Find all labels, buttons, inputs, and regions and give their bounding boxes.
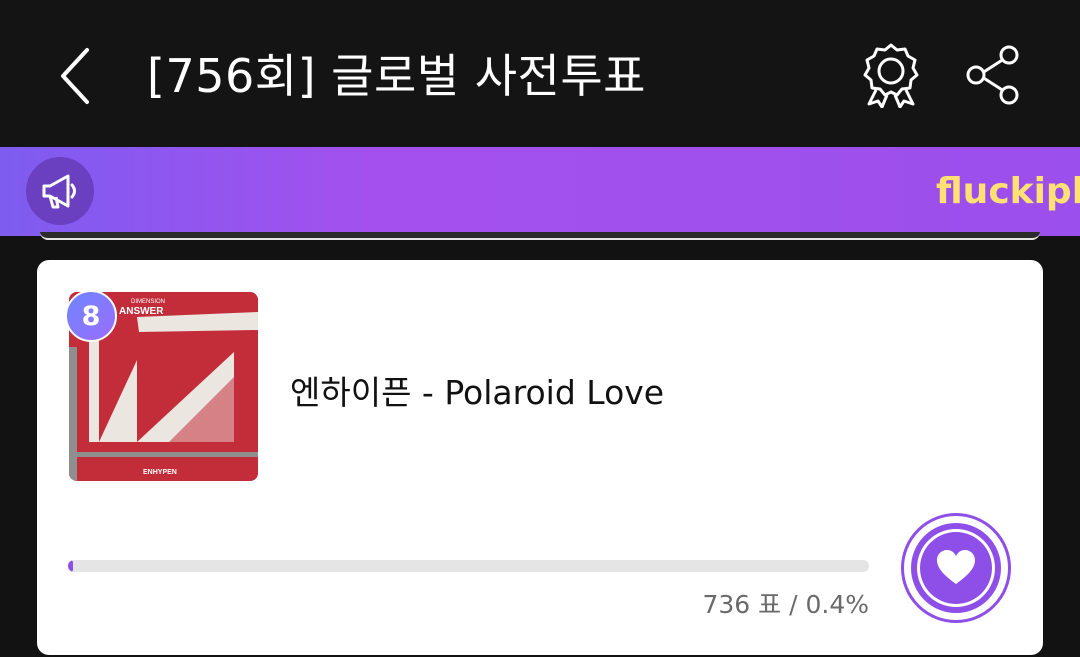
share-button[interactable] <box>962 42 1024 108</box>
previous-card-edge <box>40 232 1040 240</box>
vote-button-core <box>920 532 992 604</box>
notice-banner[interactable]: fluckiph <box>0 147 1080 236</box>
back-button[interactable] <box>50 40 100 112</box>
notice-icon-wrap <box>26 157 94 225</box>
share-icon <box>966 45 1019 105</box>
vote-button[interactable] <box>901 513 1011 623</box>
rank-badge: 8 <box>65 290 117 342</box>
app-header: [756회] 글로벌 사전투표 <box>0 0 1080 147</box>
vote-entry-card: DIMENSION ANSWER ENHYPEN 8 엔하이픈 - Polaro… <box>37 260 1043 655</box>
page-title: [756회] 글로벌 사전투표 <box>147 49 646 103</box>
album-title-label: ANSWER <box>119 306 164 317</box>
heart-icon <box>937 550 975 584</box>
album-series-label: DIMENSION <box>131 299 165 305</box>
vote-stats: 736 표 / 0.4% <box>702 590 870 619</box>
vote-button-ring <box>911 523 1001 613</box>
chevron-left-icon <box>61 48 89 104</box>
award-badge-icon <box>863 43 919 108</box>
megaphone-icon <box>42 174 76 209</box>
song-title: 엔하이픈 - Polaroid Love <box>290 373 665 412</box>
award-button[interactable] <box>858 40 924 110</box>
vote-progress-bar <box>68 560 869 572</box>
notice-marquee-text: fluckiph <box>936 171 1080 212</box>
vote-progress-fill <box>68 560 73 572</box>
album-artist-label: ENHYPEN <box>143 469 177 476</box>
